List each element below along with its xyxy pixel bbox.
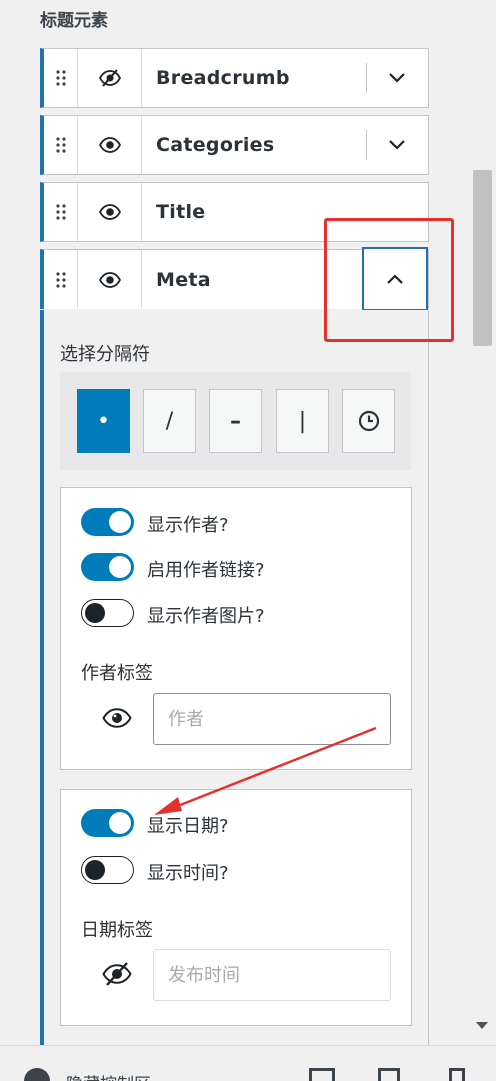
show-time-toggle[interactable] bbox=[81, 856, 134, 884]
eye-icon[interactable] bbox=[78, 116, 142, 174]
hidden-eye-icon[interactable] bbox=[78, 49, 142, 107]
element-item-breadcrumb[interactable]: Breadcrumb bbox=[40, 48, 429, 108]
author-link-toggle[interactable] bbox=[81, 553, 134, 581]
separator-option-slash[interactable]: / bbox=[143, 389, 196, 453]
arrow-annotation-icon bbox=[154, 726, 377, 815]
expand-button[interactable] bbox=[366, 116, 428, 174]
drag-handle-icon[interactable] bbox=[44, 250, 78, 309]
expand-button[interactable] bbox=[366, 49, 428, 107]
eye-icon[interactable] bbox=[78, 183, 142, 241]
separator-option-pipe[interactable]: | bbox=[276, 389, 329, 453]
scrollbar-track[interactable] bbox=[471, 0, 496, 1045]
tablet-preview-icon[interactable] bbox=[378, 1068, 400, 1081]
scrollbar-thumb[interactable] bbox=[473, 170, 492, 346]
chevron-down-icon bbox=[389, 140, 405, 150]
item-label: Categories bbox=[156, 134, 275, 156]
item-label: Breadcrumb bbox=[156, 67, 290, 89]
drag-handle-icon[interactable] bbox=[44, 49, 78, 107]
author-label-title: 作者标签 bbox=[81, 663, 153, 684]
author-image-label: 显示作者图片? bbox=[147, 606, 265, 627]
author-link-label: 启用作者链接? bbox=[147, 560, 265, 581]
drag-handle-icon[interactable] bbox=[44, 183, 78, 241]
separator-option-dot[interactable]: • bbox=[77, 389, 130, 453]
separator-option-clock[interactable] bbox=[342, 389, 395, 453]
eye-icon[interactable] bbox=[78, 250, 142, 309]
separator-option-dash[interactable]: – bbox=[209, 389, 262, 453]
eye-icon[interactable] bbox=[102, 708, 132, 732]
show-author-toggle[interactable] bbox=[81, 508, 134, 536]
show-date-toggle[interactable] bbox=[81, 809, 134, 837]
hidden-eye-icon[interactable] bbox=[102, 962, 132, 990]
author-image-toggle[interactable] bbox=[81, 599, 134, 627]
clock-icon bbox=[358, 410, 379, 432]
scroll-down-arrow-icon[interactable] bbox=[476, 1022, 488, 1029]
date-label-title: 日期标签 bbox=[81, 920, 153, 941]
mobile-preview-icon[interactable] bbox=[449, 1068, 465, 1081]
separator-label: 选择分隔符 bbox=[60, 344, 150, 365]
chevron-down-icon bbox=[389, 73, 405, 83]
show-time-label: 显示时间? bbox=[147, 863, 229, 884]
collapse-controls-label[interactable]: 隐藏控制区 bbox=[66, 1070, 151, 1081]
drag-handle-icon[interactable] bbox=[44, 116, 78, 174]
show-author-label: 显示作者? bbox=[147, 515, 229, 536]
section-title: 标题元素 bbox=[40, 11, 108, 31]
desktop-preview-icon[interactable] bbox=[309, 1068, 335, 1081]
date-label-input[interactable] bbox=[153, 949, 391, 1001]
element-item-categories[interactable]: Categories bbox=[40, 115, 429, 175]
highlight-annotation bbox=[324, 218, 454, 342]
